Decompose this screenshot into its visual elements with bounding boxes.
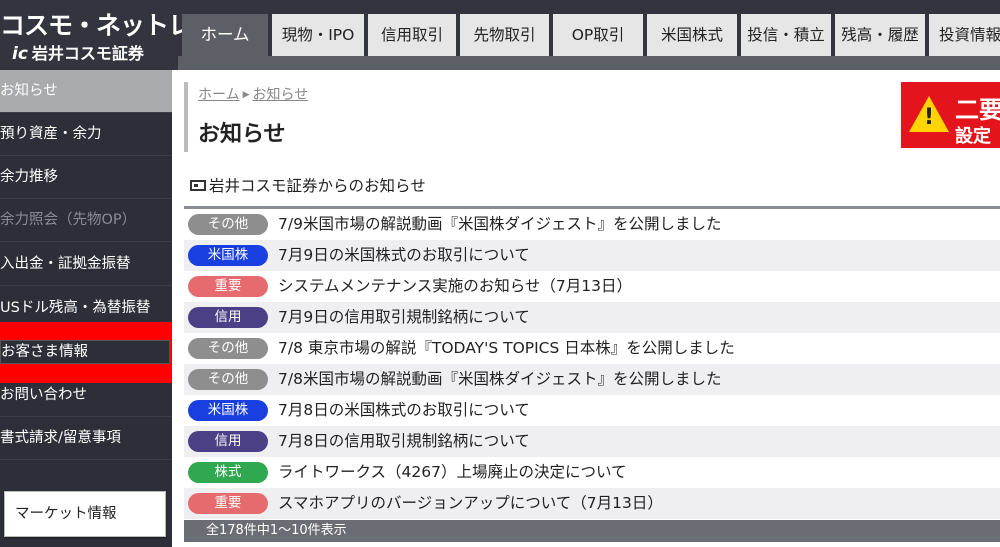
sidebar-item-customer-info-label: お客さま情報 [1,344,88,360]
breadcrumb-notices[interactable]: お知らせ [253,87,309,103]
tab-funds[interactable]: 投信・積立 [741,14,831,56]
news-item[interactable]: 信用 7月9日の信用取引規制銘柄について [184,302,1000,333]
sidebar-item-deposit-withdraw[interactable]: 入出金・証拠金振替 [0,243,172,286]
logo-mark-icon: ic [12,44,28,64]
breadcrumb: ホーム ▶ お知らせ [198,84,308,104]
tab-spot-ipo[interactable]: 現物・IPO [272,14,364,56]
header-strip [178,56,1000,70]
newspaper-icon [190,180,206,191]
news-item[interactable]: その他 7/8米国市場の解説動画『米国株ダイジェスト』を公開しました [184,364,1000,395]
category-badge: 株式 [188,462,268,483]
news-item[interactable]: 重要 スマホアプリのバージョンアップについて（7月13日） [184,488,1000,519]
sidebar-item-assets[interactable]: 預り資産・余力 [0,113,172,156]
alert-line-1: 二要 [955,96,1000,124]
breadcrumb-home[interactable]: ホーム [198,87,240,103]
category-badge: 米国株 [188,400,268,421]
news-item[interactable]: 株式 ライトワークス（4267）上場廃止の決定について [184,457,1000,488]
news-item[interactable]: その他 7/9米国市場の解説動画『米国株ダイジェスト』を公開しました [184,209,1000,240]
news-title-link[interactable]: 7/8米国市場の解説動画『米国株ダイジェスト』を公開しました [278,364,721,395]
news-title-link[interactable]: 7月9日の米国株式のお取引について [278,240,530,271]
news-item[interactable]: 重要 システムメンテナンス実施のお知らせ（7月13日） [184,271,1000,302]
sidebar-item-customer-info[interactable]: お客さま情報 [0,340,170,364]
two-factor-alert-banner[interactable]: ! 二要 設定 [901,82,1000,148]
tab-margin[interactable]: 信用取引 [368,14,456,56]
tab-options[interactable]: OP取引 [553,14,643,56]
category-badge: 信用 [188,307,268,328]
section-heading: 岩井コスモ証券からのお知らせ [190,174,426,196]
logo[interactable]: コスモ・ネットレ ic 岩井コスモ証券 [0,0,193,70]
highlight-marker: お客さま情報 [0,322,186,383]
category-badge: 信用 [188,431,268,452]
breadcrumb-arrow-icon: ▶ [242,90,250,100]
logo-company: ic 岩井コスモ証券 [12,40,144,64]
section-heading-label: 岩井コスモ証券からのお知らせ [209,177,426,195]
logo-company-name: 岩井コスモ証券 [31,44,144,63]
warning-exclamation: ! [924,105,935,130]
category-badge: その他 [188,369,268,390]
tab-home[interactable]: ホーム [182,14,268,56]
sidebar: お知らせ 預り資産・余力 余力推移 余力照会（先物OP） 入出金・証拠金振替 U… [0,70,172,547]
category-badge: その他 [188,214,268,235]
sidebar-item-buying-power-history[interactable]: 余力推移 [0,156,172,199]
tab-investment-info[interactable]: 投資情報 [929,14,1000,56]
category-badge: 米国株 [188,245,268,266]
news-title-link[interactable]: 7/8 東京市場の解説『TODAY'S TOPICS 日本株』を公開しました [278,333,735,364]
news-title-link[interactable]: 7月8日の米国株式のお取引について [278,395,530,426]
category-badge: その他 [188,338,268,359]
news-title-link[interactable]: 7月9日の信用取引規制銘柄について [278,302,530,333]
news-title-link[interactable]: スマホアプリのバージョンアップについて（7月13日） [278,488,663,519]
sidebar-item-documents[interactable]: 書式請求/留意事項 [0,417,172,460]
news-title-link[interactable]: 7/9米国市場の解説動画『米国株ダイジェスト』を公開しました [278,209,721,240]
sidebar-item-buying-power-futures[interactable]: 余力照会（先物OP） [0,199,172,242]
category-badge: 重要 [188,276,268,297]
news-item[interactable]: 米国株 7月9日の米国株式のお取引について [184,240,1000,271]
news-title-link[interactable]: ライトワークス（4267）上場廃止の決定について [278,457,627,488]
tab-futures[interactable]: 先物取引 [460,14,549,56]
alert-line-2: 設定 [955,126,991,147]
tab-us-stocks[interactable]: 米国株式 [647,14,737,56]
page-title: お知らせ [198,122,286,147]
logo-title: コスモ・ネットレ [0,11,193,40]
category-badge: 重要 [188,493,268,514]
news-item[interactable]: 信用 7月8日の信用取引規制銘柄について [184,426,1000,457]
news-title-link[interactable]: システムメンテナンス実施のお知らせ（7月13日） [278,271,632,302]
news-item[interactable]: 米国株 7月8日の米国株式のお取引について [184,395,1000,426]
title-accent-bar [184,82,188,152]
news-item[interactable]: その他 7/8 東京市場の解説『TODAY'S TOPICS 日本株』を公開しまし… [184,333,1000,364]
market-info-button[interactable]: マーケット情報 [4,491,166,537]
main-content: ホーム ▶ お知らせ お知らせ ! 二要 設定 岩井コスモ証券からのお知らせ その他… [172,70,1000,547]
tab-balance-history[interactable]: 残高・履歴 [835,14,925,56]
sidebar-item-notices[interactable]: お知らせ [0,70,172,113]
header: コスモ・ネットレ ic 岩井コスモ証券 ホーム 現物・IPO 信用取引 先物取引 … [0,0,1000,70]
pagination-summary: 全178件中1〜10件表示 [184,520,1000,542]
news-title-link[interactable]: 7月8日の信用取引規制銘柄について [278,426,530,457]
